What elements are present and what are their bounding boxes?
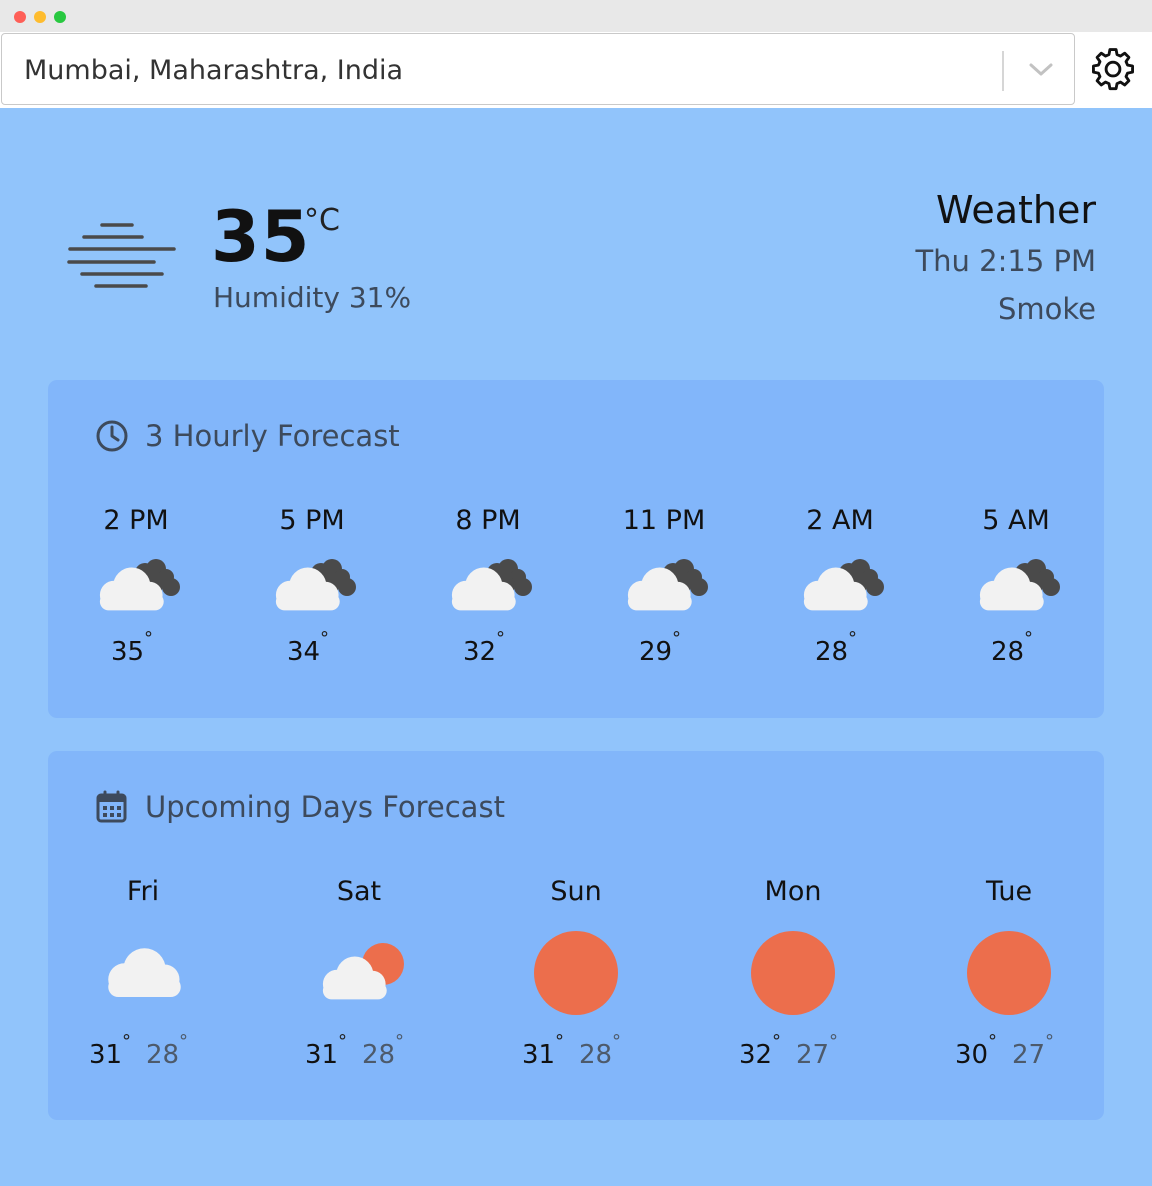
degree-symbol: °: [672, 628, 681, 649]
daily-forecast-item: Fri 31 ° 28 °: [53, 872, 233, 1082]
degree-symbol: °: [772, 1031, 781, 1052]
degree-symbol: °: [395, 1031, 404, 1052]
hourly-temperature: 32: [463, 637, 497, 667]
day-label: Fri: [126, 876, 160, 907]
hourly-temperature: 34: [287, 637, 321, 667]
hourly-temperature: 35: [111, 637, 145, 667]
daily-forecast-item: Mon 32 ° 27 °: [703, 872, 883, 1082]
humidity-label: Humidity 31%: [213, 281, 412, 314]
hourly-temperature: 28: [991, 637, 1025, 667]
degree-symbol: °: [988, 1031, 997, 1052]
minimize-window-button[interactable]: [34, 11, 46, 23]
degree-symbol: °: [320, 628, 329, 649]
window-titlebar: [0, 0, 1152, 32]
current-temperature: 35: [211, 196, 311, 278]
close-window-button[interactable]: [14, 11, 26, 23]
high-temperature: 31: [305, 1040, 339, 1070]
high-temperature: 31: [89, 1040, 123, 1070]
hourly-forecast-item: 5 PM 34 °: [232, 500, 392, 675]
degree-symbol: °: [496, 628, 505, 649]
sun-icon: [966, 930, 1052, 1020]
app-title: Weather: [936, 188, 1096, 232]
cloudy-icon: [442, 557, 534, 619]
cloudy-icon: [794, 557, 886, 619]
hourly-time-label: 5 PM: [279, 505, 345, 536]
hourly-forecast-item: 11 PM 29 °: [584, 500, 744, 675]
high-temperature: 31: [522, 1040, 556, 1070]
location-select[interactable]: Mumbai, Maharashtra, India: [1, 33, 1075, 105]
high-temperature: 32: [739, 1040, 773, 1070]
location-value[interactable]: Mumbai, Maharashtra, India: [24, 55, 403, 86]
day-label: Tue: [985, 876, 1033, 907]
low-temperature: 28: [579, 1040, 613, 1070]
sun-icon: [750, 930, 836, 1020]
cloudy-icon: [90, 557, 182, 619]
maximize-window-button[interactable]: [54, 11, 66, 23]
current-time: Thu 2:15 PM: [915, 244, 1096, 278]
low-temperature: 27: [1012, 1040, 1046, 1070]
hourly-time-label: 5 AM: [982, 505, 1050, 536]
hourly-forecast-item: 2 PM 35 °: [56, 500, 216, 675]
low-temperature: 27: [796, 1040, 830, 1070]
degree-symbol: °: [848, 628, 857, 649]
location-separator: [1002, 51, 1004, 91]
degree-symbol: °: [555, 1031, 564, 1052]
chevron-down-icon[interactable]: [1026, 58, 1056, 82]
degree-symbol: °: [122, 1031, 131, 1052]
hourly-forecast-item: 5 AM 28 °: [936, 500, 1096, 675]
daily-forecast-item: Sun 31 ° 28 °: [486, 872, 666, 1082]
sun-icon: [533, 930, 619, 1020]
degree-symbol: °: [829, 1031, 838, 1052]
low-temperature: 28: [146, 1040, 180, 1070]
smoke-haze-icon: [67, 223, 176, 288]
degree-symbol: °: [1024, 628, 1033, 649]
weather-condition: Smoke: [997, 292, 1096, 326]
daily-forecast-item: Sat 31 ° 28 °: [269, 872, 449, 1082]
cloudy-icon: [618, 557, 710, 619]
degree-symbol: °: [144, 628, 153, 649]
daily-forecast-item: Tue 30 ° 27 °: [919, 872, 1099, 1082]
hourly-forecast-item: 2 AM 28 °: [760, 500, 920, 675]
day-label: Sat: [336, 876, 382, 907]
clock-icon: [96, 420, 128, 452]
cloudy-icon: [266, 557, 358, 619]
cloudy-icon: [970, 557, 1062, 619]
daily-forecast-title: Upcoming Days Forecast: [145, 790, 505, 824]
degree-symbol: °: [612, 1031, 621, 1052]
hourly-temperature: 28: [815, 637, 849, 667]
hourly-time-label: 2 PM: [103, 505, 169, 536]
low-temperature: 28: [362, 1040, 396, 1070]
hourly-temperature: 29: [639, 637, 673, 667]
partly-sunny-icon: [313, 942, 409, 1008]
hourly-forecast-item: 8 PM 32 °: [408, 500, 568, 675]
degree-symbol: °: [338, 1031, 347, 1052]
degree-symbol: °: [179, 1031, 188, 1052]
settings-gear-icon[interactable]: [1090, 48, 1136, 94]
degree-symbol: °: [1045, 1031, 1054, 1052]
hourly-time-label: 8 PM: [455, 505, 521, 536]
day-label: Sun: [550, 876, 602, 907]
high-temperature: 30: [955, 1040, 989, 1070]
hourly-time-label: 11 PM: [622, 505, 706, 536]
cloud-icon: [97, 942, 193, 1008]
hourly-time-label: 2 AM: [806, 505, 874, 536]
hourly-forecast-title: 3 Hourly Forecast: [145, 419, 400, 453]
temperature-unit: °C: [304, 203, 340, 238]
calendar-icon: [96, 790, 127, 823]
day-label: Mon: [764, 876, 822, 907]
